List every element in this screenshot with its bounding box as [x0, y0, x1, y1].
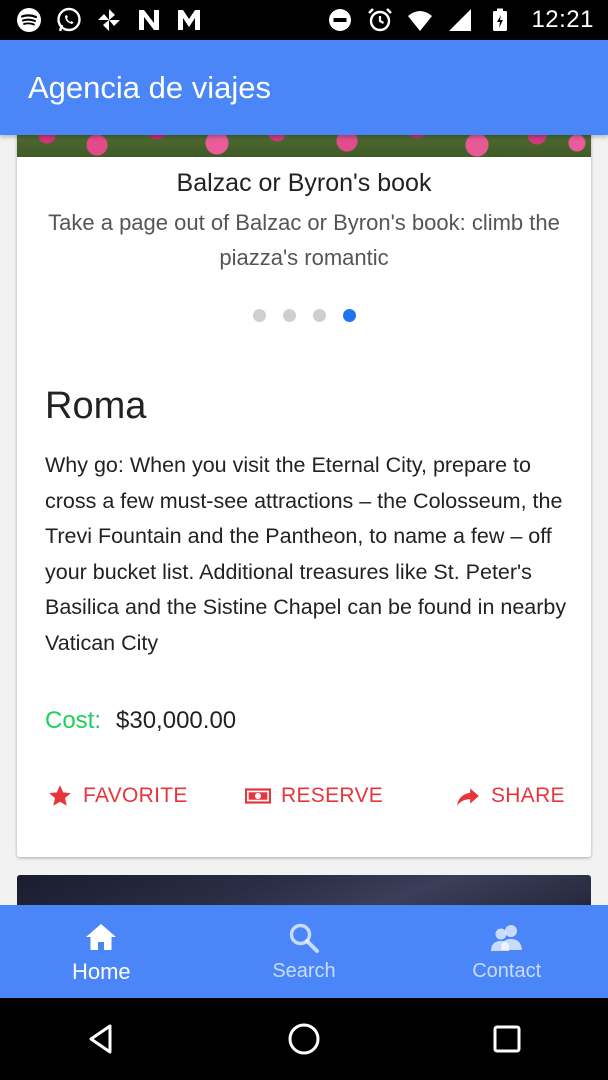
card-actions: FAVORITE RESERVE SHARE	[17, 783, 591, 823]
do-not-disturb-icon	[329, 9, 352, 31]
nav-label-contact: Contact	[472, 960, 542, 982]
nav-item-search[interactable]: Search	[203, 905, 406, 998]
carousel-dot[interactable]	[282, 309, 296, 322]
next-destination-card[interactable]	[17, 875, 591, 905]
favorite-button[interactable]: FAVORITE	[47, 783, 188, 809]
bottom-navigation: Home Search Contact	[0, 905, 608, 998]
favorite-label: FAVORITE	[83, 784, 188, 807]
search-icon	[289, 923, 319, 953]
carousel-dot[interactable]	[252, 309, 266, 322]
app-title: Agencia de viajes	[28, 69, 271, 105]
place-title: Roma	[45, 385, 147, 427]
nav-label-home: Home	[71, 958, 131, 984]
system-navigation-bar	[0, 998, 608, 1080]
destination-card: Balzac or Byron's book Take a page out o…	[17, 135, 591, 857]
notification-icons	[16, 7, 202, 33]
battery-icon	[493, 8, 508, 31]
carousel-image[interactable]	[17, 135, 591, 157]
home-circle-icon	[288, 1023, 320, 1055]
back-button[interactable]	[71, 1009, 131, 1069]
carousel-indicator	[17, 309, 591, 322]
pinwheel-icon	[98, 9, 120, 31]
reserve-button[interactable]: RESERVE	[245, 783, 383, 809]
share-label: SHARE	[491, 784, 565, 807]
recents-square-icon	[493, 1025, 521, 1053]
contact-icon	[490, 925, 522, 951]
share-arrow-icon	[457, 788, 479, 806]
app-bar: Agencia de viajes	[0, 40, 608, 135]
m-app-icon	[178, 10, 200, 30]
money-icon	[245, 788, 271, 804]
carousel-dot[interactable]	[312, 309, 326, 322]
slide-text: Take a page out of Balzac or Byron's boo…	[48, 210, 560, 270]
home-icon	[86, 923, 117, 950]
content-list[interactable]: Balzac or Byron's book Take a page out o…	[0, 135, 608, 905]
cost-row: Cost: $30,000.00	[45, 707, 236, 735]
share-button[interactable]: SHARE	[455, 783, 565, 809]
signal-icon	[449, 9, 472, 31]
recents-button[interactable]	[477, 1009, 537, 1069]
whatsapp-icon	[57, 7, 81, 32]
star-icon	[49, 785, 71, 806]
nav-item-home[interactable]: Home	[0, 905, 203, 998]
cost-value: $30,000.00	[116, 707, 237, 734]
nav-label-search: Search	[272, 960, 336, 982]
system-status-icons: 12:21	[327, 6, 594, 34]
slide-title: Balzac or Byron's book	[176, 169, 432, 197]
cost-label: Cost:	[45, 707, 102, 734]
spotify-icon	[17, 8, 41, 32]
carousel-dot-active[interactable]	[342, 309, 356, 322]
wifi-icon	[408, 11, 433, 31]
reserve-label: RESERVE	[281, 784, 384, 807]
status-bar: 12:21	[0, 0, 608, 40]
n-app-icon	[139, 10, 159, 30]
alarm-icon	[368, 8, 393, 32]
place-description: Why go: When you visit the Eternal City,…	[45, 453, 567, 655]
back-triangle-icon	[89, 1024, 112, 1054]
clock: 12:21	[531, 6, 594, 33]
home-system-button[interactable]	[274, 1009, 334, 1069]
nav-item-contact[interactable]: Contact	[405, 905, 608, 998]
